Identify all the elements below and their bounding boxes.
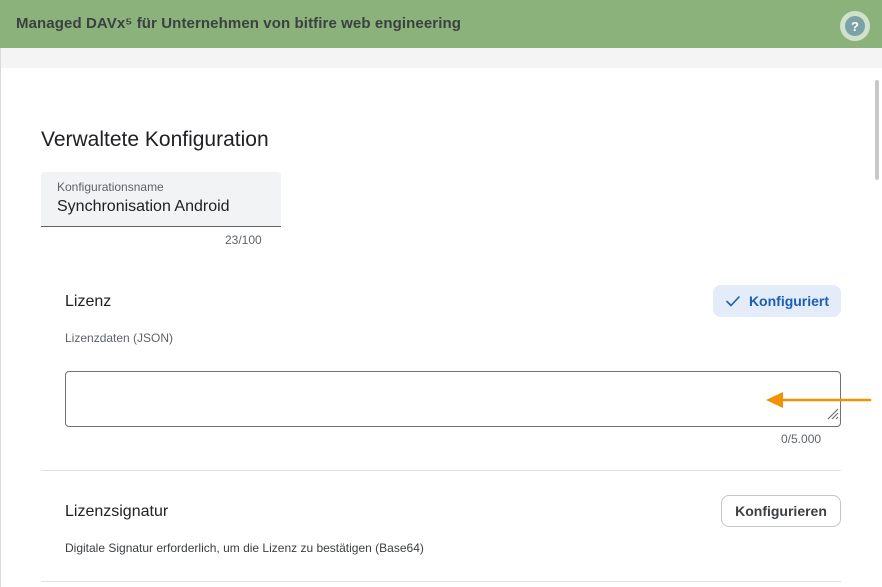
app-header: Managed DAVx⁵ für Unternehmen von bitfir… xyxy=(0,0,882,48)
config-name-input[interactable]: Synchronisation Android xyxy=(57,198,230,216)
annotation-arrow-icon xyxy=(764,389,872,416)
license-counter: 0/5.000 xyxy=(781,432,822,446)
help-icon: ? xyxy=(845,16,865,36)
page-title: Verwaltete Konfiguration xyxy=(41,128,269,151)
help-button[interactable]: ? xyxy=(840,11,870,41)
check-icon xyxy=(725,293,741,309)
config-name-label: Konfigurationsname xyxy=(57,180,164,194)
signature-description: Digitale Signatur erforderlich, um die L… xyxy=(65,541,424,555)
configured-button-label: Konfiguriert xyxy=(748,293,830,309)
config-name-field[interactable]: Konfigurationsname Synchronisation Andro… xyxy=(41,172,281,227)
config-name-counter: 23/100 xyxy=(225,233,262,247)
app-title: Managed DAVx⁵ für Unternehmen von bitfir… xyxy=(16,15,462,32)
signature-title: Lizenzsignatur xyxy=(65,503,169,520)
license-json-input[interactable] xyxy=(65,371,841,427)
section-divider xyxy=(41,581,841,582)
top-strip xyxy=(1,48,882,68)
license-title: Lizenz xyxy=(65,293,112,310)
configure-button[interactable]: Konfigurieren xyxy=(721,495,841,527)
section-divider xyxy=(41,470,841,471)
panel-border xyxy=(0,48,1,587)
configured-button[interactable]: Konfiguriert xyxy=(713,285,841,317)
license-subtitle: Lizenzdaten (JSON) xyxy=(65,331,174,345)
scrollbar-thumb[interactable] xyxy=(875,80,879,180)
